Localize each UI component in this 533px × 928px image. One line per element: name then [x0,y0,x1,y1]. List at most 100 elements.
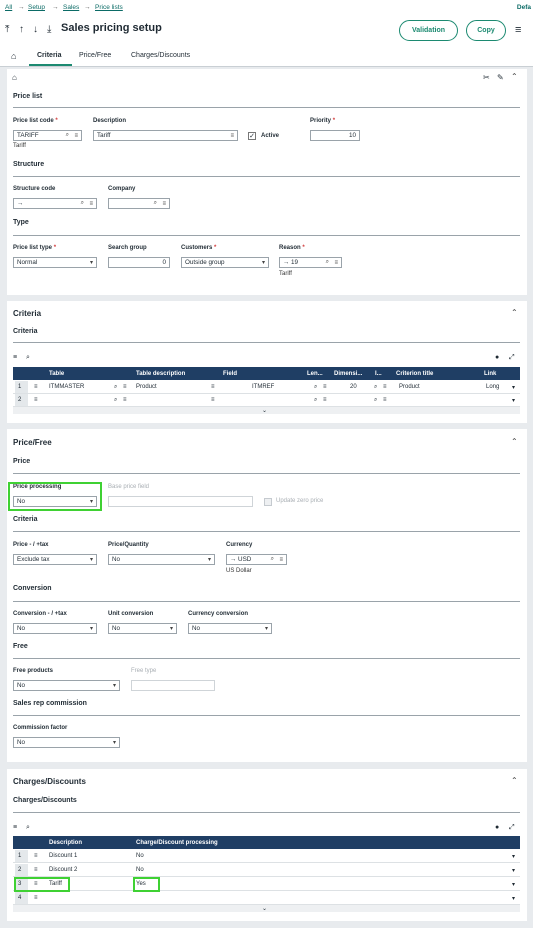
tab-charges-discounts[interactable]: Charges/Discounts [131,52,190,59]
next-record-icon[interactable]: ↓ [33,24,38,35]
list-icon[interactable]: ≡ [380,381,387,393]
search-icon[interactable]: ⌕ [26,354,30,362]
row-menu-icon[interactable]: ≡ [31,381,38,393]
conversion-tax-select[interactable]: No ▾ [13,623,97,634]
chevron-down-icon[interactable]: ▾ [509,892,515,904]
free-products-select[interactable]: No ▾ [13,680,120,691]
collapse-icon[interactable]: ⌃ [511,72,518,81]
processing-cell[interactable]: No [133,864,144,876]
search-icon[interactable]: ⌕ [81,200,84,207]
chevron-down-icon[interactable]: ▾ [509,394,515,406]
reason-input[interactable]: → 19 ⌕ ≡ [279,257,342,268]
length-cell[interactable]: 20 [347,381,357,393]
unit-conversion-select[interactable]: No ▾ [108,623,177,634]
list-icon[interactable]: ≡ [380,394,387,406]
search-icon[interactable]: ⌕ [311,394,317,406]
criterion-title-cell[interactable]: Product [396,381,420,393]
expand-icon[interactable]: ⤢ [509,824,515,832]
column-header[interactable]: Table description [133,367,185,380]
home-icon[interactable]: ⌂ [11,51,16,61]
list-icon[interactable]: ≡ [279,557,283,563]
breadcrumb-sales[interactable]: Sales [63,4,79,11]
list-icon[interactable]: ≡ [89,201,93,207]
chevron-down-icon[interactable]: ⌄ [262,407,267,414]
processing-cell[interactable]: No [133,850,144,862]
description-input[interactable]: Tariff ≡ [93,130,238,141]
row-menu-icon[interactable]: ≡ [31,892,38,904]
customers-select[interactable]: Outside group ▾ [181,257,269,268]
price-list-type-select[interactable]: Normal ▾ [13,257,97,268]
breadcrumb-all[interactable]: All [5,4,12,11]
search-icon[interactable]: ⌕ [66,132,69,139]
currency-conversion-select[interactable]: No ▾ [188,623,272,634]
chevron-down-icon[interactable]: ▾ [509,878,515,890]
edit-icon[interactable]: ✎ [497,73,504,82]
search-group-input[interactable]: 0 [108,257,170,268]
previous-record-icon[interactable]: ↑ [19,24,24,35]
table-row[interactable]: 1 ≡ Discount 1 No ▾ [13,850,520,863]
tab-price-free[interactable]: Price/Free [79,52,111,59]
list-icon[interactable]: ≡ [208,381,215,393]
priority-input[interactable]: 10 [310,130,360,141]
column-header[interactable]: Criterion title [393,367,433,380]
row-menu-icon[interactable]: ≡ [31,850,38,862]
chevron-down-icon[interactable]: ▾ [509,381,515,393]
list-icon[interactable]: ≡ [13,824,17,831]
row-menu-icon[interactable]: ≡ [31,864,38,876]
default-link[interactable]: Defa [517,4,531,11]
settings-icon[interactable]: ● [495,824,499,831]
list-icon[interactable]: ≡ [13,354,17,361]
description-cell[interactable]: Discount 1 [46,850,77,862]
chevron-down-icon[interactable]: ▾ [509,864,515,876]
price-quantity-select[interactable]: No ▾ [108,554,215,565]
search-icon[interactable]: ⌕ [371,381,377,393]
list-icon[interactable]: ≡ [320,381,327,393]
company-input[interactable]: ⌕ ≡ [108,198,170,209]
search-icon[interactable]: ⌕ [154,200,157,207]
collapse-icon[interactable]: ⌃ [511,776,518,785]
collapse-icon[interactable]: ⌃ [511,308,518,317]
search-icon[interactable]: ⌕ [26,824,30,832]
description-cell[interactable]: Discount 2 [46,864,77,876]
chevron-down-icon[interactable]: ⌄ [262,905,267,912]
first-record-icon[interactable]: ⤒ [5,24,9,35]
table-row[interactable]: 4 ≡ ▾ [13,892,520,905]
settings-icon[interactable]: ● [495,354,499,361]
table-row[interactable]: 2 ≡ ⌕ ≡ ≡ ⌕ ≡ ⌕ ≡ ▾ [13,394,520,407]
column-header[interactable]: Dimensi... [331,367,362,380]
list-icon[interactable]: ≡ [334,260,338,266]
column-header[interactable]: Len... [304,367,323,380]
column-header[interactable]: Link [481,367,496,380]
column-header[interactable]: Table [46,367,64,380]
list-icon[interactable]: ≡ [230,133,234,139]
currency-input[interactable]: → USD ⌕ ≡ [226,554,287,565]
table-description-cell[interactable]: Product [133,381,157,393]
list-icon[interactable]: ≡ [120,394,127,406]
table-cell[interactable]: ITMMASTER [46,381,84,393]
hamburger-menu-icon[interactable]: ≡ [515,24,521,36]
breadcrumb-price-lists[interactable]: Price lists [95,4,123,11]
search-icon[interactable]: ⌕ [326,259,329,266]
search-icon[interactable]: ⌕ [311,381,317,393]
search-icon[interactable]: ⌕ [111,394,117,406]
list-icon[interactable]: ≡ [162,201,166,207]
tools-icon[interactable]: ✂ [483,73,490,82]
column-header[interactable]: Field [220,367,237,380]
table-row[interactable]: 3 ≡ Tariff Yes ▾ [13,878,520,891]
list-icon[interactable]: ≡ [208,394,215,406]
field-cell[interactable]: ITMREF [249,381,274,393]
collapse-icon[interactable]: ⌃ [511,437,518,446]
last-record-icon[interactable]: ⤓ [47,24,51,35]
column-header[interactable]: Charge/Discount processing [133,836,218,849]
column-header[interactable]: I... [372,367,382,380]
table-row[interactable]: 1 ≡ ITMMASTER ⌕ ≡ Product ≡ ITMREF ⌕ ≡ 2… [13,381,520,394]
tab-criteria[interactable]: Criteria [37,52,62,59]
chevron-down-icon[interactable]: ▾ [509,850,515,862]
copy-button[interactable]: Copy [466,20,506,41]
price-list-code-input[interactable]: TARIFF ⌕ ≡ [13,130,82,141]
commission-factor-select[interactable]: No ▾ [13,737,120,748]
list-icon[interactable]: ≡ [74,133,78,139]
row-menu-icon[interactable]: ≡ [31,394,38,406]
active-checkbox[interactable]: ✓ [248,132,256,140]
column-header[interactable]: Description [46,836,82,849]
